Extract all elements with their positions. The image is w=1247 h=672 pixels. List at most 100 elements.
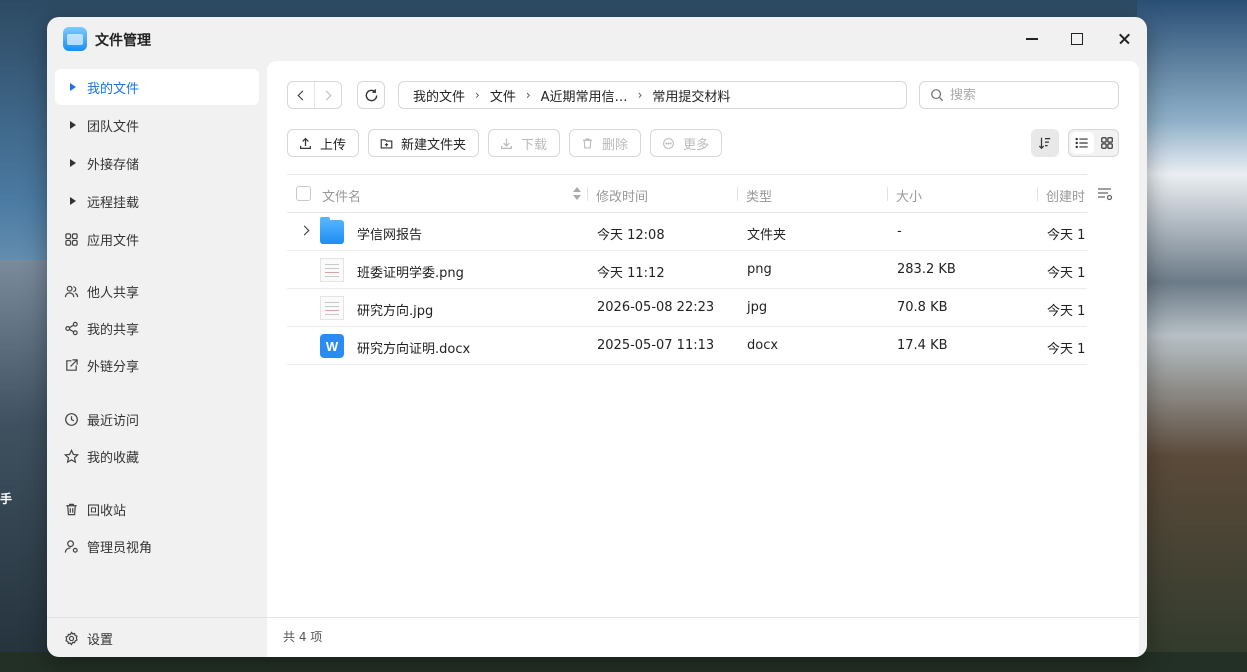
forward-button[interactable] bbox=[314, 82, 341, 108]
delete-button[interactable]: 删除 bbox=[569, 129, 642, 157]
sidebar-item-remote-mount[interactable]: 远程挂载 bbox=[55, 183, 259, 219]
sort-arrows-icon[interactable] bbox=[573, 186, 581, 202]
external-link-icon bbox=[63, 357, 79, 373]
back-button[interactable] bbox=[288, 82, 314, 108]
column-header-type[interactable]: 类型 bbox=[746, 186, 772, 205]
more-label: 更多 bbox=[683, 137, 710, 153]
minimize-button[interactable] bbox=[1019, 27, 1045, 51]
sidebar-item-recent[interactable]: 最近访问 bbox=[55, 401, 259, 437]
column-header-modified[interactable]: 修改时间 bbox=[596, 186, 648, 205]
refresh-button[interactable] bbox=[357, 81, 385, 109]
sidebar-item-my-shares[interactable]: 我的共享 bbox=[55, 310, 259, 346]
file-type: 文件夹 bbox=[747, 228, 787, 243]
sidebar-item-shared-with-me[interactable]: 他人共享 bbox=[55, 273, 259, 309]
new-folder-icon bbox=[380, 137, 393, 150]
list-view-button[interactable] bbox=[1071, 132, 1094, 154]
table-row[interactable]: W 研究方向证明.docx 2025-05-07 11:13 docx 17.4… bbox=[287, 327, 1087, 365]
breadcrumb-separator-icon: › bbox=[525, 88, 531, 102]
download-label: 下载 bbox=[521, 137, 548, 153]
table-row[interactable]: 学信网报告 今天 12:08 文件夹 - 今天 1 bbox=[287, 213, 1087, 251]
search-box[interactable] bbox=[919, 81, 1119, 109]
sidebar-item-label: 远程挂载 bbox=[87, 195, 140, 211]
sidebar-item-external-storage[interactable]: 外接存储 bbox=[55, 145, 259, 181]
file-modified: 今天 12:08 bbox=[597, 228, 665, 243]
sidebar-item-label: 我的共享 bbox=[87, 322, 140, 338]
file-modified: 2026-05-08 22:23 bbox=[597, 300, 715, 315]
download-button[interactable]: 下载 bbox=[488, 129, 561, 157]
trash-icon bbox=[63, 501, 79, 517]
file-created: 今天 1 bbox=[1047, 266, 1086, 281]
gear-icon bbox=[63, 630, 79, 646]
breadcrumb-separator-icon: › bbox=[475, 88, 480, 102]
sidebar-item-label: 回收站 bbox=[87, 503, 127, 519]
sidebar: 我的文件 团队文件 外接存储 远程挂载 应用文件 他人共享 我的共享 外链分享 … bbox=[47, 61, 267, 657]
trash-icon bbox=[581, 137, 594, 150]
close-button[interactable] bbox=[1111, 27, 1137, 51]
breadcrumb-item[interactable]: A近期常用信… bbox=[541, 86, 628, 105]
sidebar-item-admin-view[interactable]: 管理员视角 bbox=[55, 528, 259, 564]
breadcrumb-item[interactable]: 我的文件 bbox=[413, 86, 465, 105]
sidebar-item-label: 外链分享 bbox=[87, 359, 140, 375]
more-dots-icon bbox=[662, 137, 675, 150]
table-row[interactable]: 班委证明学委.png 今天 11:12 png 283.2 KB 今天 1 bbox=[287, 251, 1087, 289]
column-divider[interactable] bbox=[887, 187, 888, 201]
history-navigation bbox=[287, 81, 342, 109]
sort-icon bbox=[1038, 137, 1051, 150]
settings-button[interactable]: 设置 bbox=[55, 620, 259, 656]
sidebar-item-label: 我的文件 bbox=[87, 81, 140, 97]
column-header-created[interactable]: 创建时 bbox=[1046, 186, 1085, 205]
sidebar-item-label: 最近访问 bbox=[87, 413, 140, 429]
column-header-size[interactable]: 大小 bbox=[896, 186, 922, 205]
new-folder-button[interactable]: 新建文件夹 bbox=[368, 129, 480, 157]
delete-label: 删除 bbox=[602, 137, 629, 153]
column-divider[interactable] bbox=[587, 187, 588, 201]
column-divider[interactable] bbox=[1037, 187, 1038, 201]
refresh-icon bbox=[365, 88, 377, 101]
column-settings-icon bbox=[1098, 188, 1113, 201]
sort-button[interactable] bbox=[1031, 129, 1059, 157]
column-header-name[interactable]: 文件名 bbox=[322, 186, 361, 205]
breadcrumb-item-current[interactable]: 常用提交材料 bbox=[652, 86, 730, 105]
sidebar-item-favorites[interactable]: 我的收藏 bbox=[55, 438, 259, 474]
sidebar-item-team-files[interactable]: 团队文件 bbox=[55, 107, 259, 143]
download-icon bbox=[500, 137, 513, 150]
more-button[interactable]: 更多 bbox=[650, 129, 723, 157]
sidebar-item-link-share[interactable]: 外链分享 bbox=[55, 347, 259, 383]
desktop-icon-label[interactable]: 手 bbox=[0, 490, 12, 507]
file-manager-window: 文件管理 我的文件 团队文件 外接存储 远程挂载 应用文件 他人共享 我的共享 … bbox=[47, 17, 1147, 657]
breadcrumb-item[interactable]: 文件 bbox=[490, 86, 516, 105]
file-type: docx bbox=[747, 338, 779, 353]
search-input[interactable] bbox=[950, 87, 1100, 103]
new-folder-label: 新建文件夹 bbox=[401, 137, 467, 153]
sidebar-item-recycle-bin[interactable]: 回收站 bbox=[55, 491, 259, 527]
file-name: 研究方向.jpg bbox=[357, 304, 434, 319]
expand-chevron-icon[interactable] bbox=[299, 225, 310, 236]
view-toggle bbox=[1068, 129, 1119, 157]
sidebar-item-my-files[interactable]: 我的文件 bbox=[55, 69, 259, 105]
folder-icon bbox=[320, 217, 344, 244]
app-title: 文件管理 bbox=[95, 33, 151, 49]
admin-user-icon bbox=[63, 538, 79, 554]
select-all-checkbox[interactable] bbox=[296, 186, 311, 201]
status-bar: 共 4 项 bbox=[267, 617, 1139, 657]
sidebar-item-label: 应用文件 bbox=[87, 233, 140, 249]
sidebar-footer: 设置 bbox=[47, 617, 267, 657]
title-bar[interactable]: 文件管理 bbox=[47, 17, 1147, 61]
breadcrumb: 我的文件 › 文件 › A近期常用信… › 常用提交材料 bbox=[398, 81, 907, 109]
users-icon bbox=[63, 283, 79, 299]
file-table: 文件名 修改时间 类型 大小 创建时 学信网报告 今天 12:08 文件夹 - … bbox=[287, 174, 1087, 365]
sidebar-item-label: 我的收藏 bbox=[87, 450, 140, 466]
sidebar-item-label: 管理员视角 bbox=[87, 540, 153, 556]
star-icon bbox=[63, 448, 79, 464]
table-row[interactable]: 研究方向.jpg 2026-05-08 22:23 jpg 70.8 KB 今天… bbox=[287, 289, 1087, 327]
sidebar-item-app-files[interactable]: 应用文件 bbox=[55, 221, 259, 257]
column-divider[interactable] bbox=[737, 187, 738, 201]
column-settings-button[interactable] bbox=[1097, 187, 1115, 201]
file-modified: 今天 11:12 bbox=[597, 266, 665, 281]
settings-label: 设置 bbox=[87, 632, 114, 648]
upload-button[interactable]: 上传 bbox=[287, 129, 360, 157]
file-name: 研究方向证明.docx bbox=[357, 342, 471, 357]
grid-view-button[interactable] bbox=[1096, 130, 1119, 156]
maximize-button[interactable] bbox=[1064, 27, 1090, 51]
file-type: jpg bbox=[747, 300, 768, 315]
